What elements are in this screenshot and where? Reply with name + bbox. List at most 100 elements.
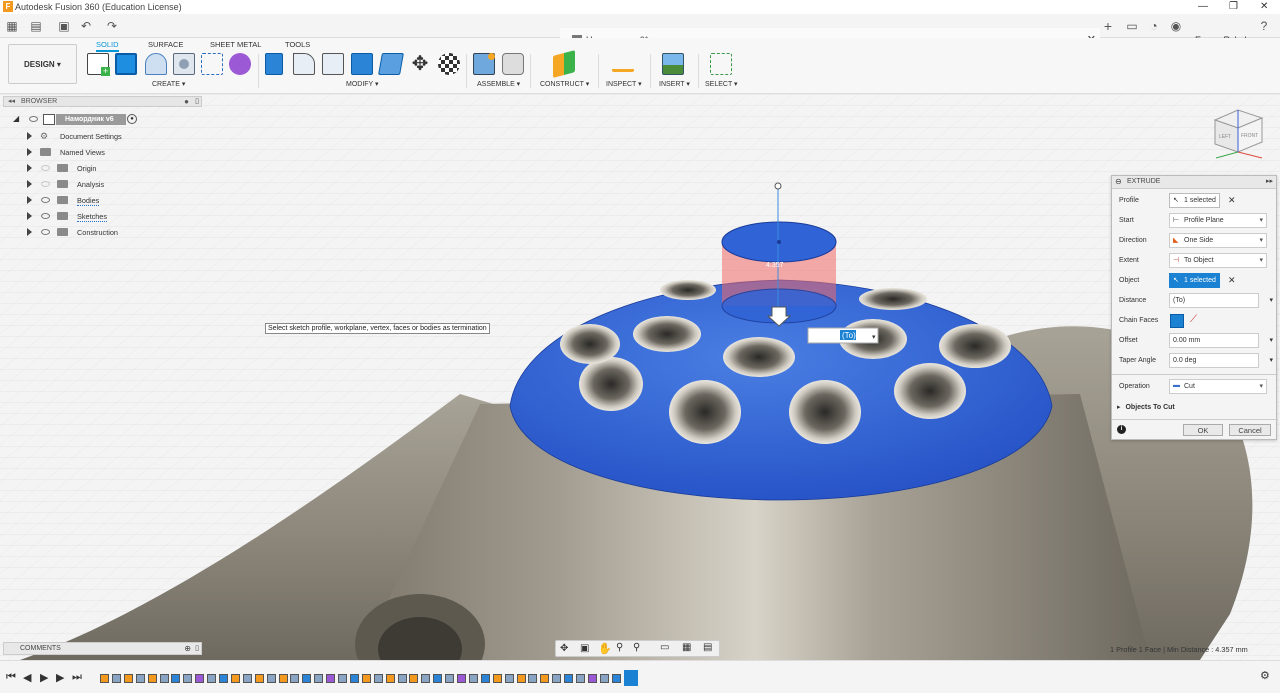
timeline-feature-icon[interactable] bbox=[278, 674, 288, 683]
chamfer-icon[interactable] bbox=[322, 53, 344, 75]
visibility-eye-icon[interactable] bbox=[41, 165, 50, 171]
extent-dropdown[interactable]: ⊣ To Object ▾ bbox=[1169, 253, 1267, 268]
visibility-eye-icon[interactable] bbox=[41, 213, 50, 219]
chain-faces-on-icon[interactable] bbox=[1170, 314, 1184, 328]
timeline-feature-icon[interactable] bbox=[290, 674, 300, 683]
viewports-icon[interactable]: ▤ bbox=[703, 642, 712, 653]
hole-icon[interactable] bbox=[173, 53, 195, 75]
expand-arrow-icon[interactable] bbox=[27, 148, 32, 156]
distance-input-value[interactable]: (To) bbox=[842, 331, 856, 340]
visibility-eye-icon[interactable] bbox=[41, 181, 50, 187]
move-icon[interactable]: ✥ bbox=[409, 53, 431, 75]
activate-radio-icon[interactable]: ● bbox=[127, 114, 137, 124]
timeline-feature-icon[interactable] bbox=[373, 674, 383, 683]
display-settings-icon[interactable]: ▭ bbox=[660, 642, 669, 653]
timeline-feature-icon[interactable] bbox=[338, 674, 347, 683]
timeline-feature-icon[interactable] bbox=[540, 674, 550, 683]
timeline-feature-icon[interactable] bbox=[147, 674, 157, 683]
zoom-icon[interactable]: ⚲ bbox=[616, 642, 623, 653]
clear-profile-icon[interactable]: ✕ bbox=[1228, 195, 1236, 206]
timeline-feature-icon[interactable] bbox=[385, 674, 395, 683]
cancel-button[interactable]: Cancel bbox=[1229, 424, 1271, 436]
timeline-feature-icon[interactable] bbox=[266, 674, 276, 683]
select-window-icon[interactable] bbox=[710, 53, 732, 75]
browser-collapse-icon[interactable]: ▯ bbox=[195, 97, 199, 105]
timeline-feature-icon[interactable] bbox=[528, 674, 538, 683]
joint-icon[interactable] bbox=[502, 53, 524, 75]
timeline-feature-icon[interactable] bbox=[587, 674, 597, 683]
revolve-icon[interactable] bbox=[145, 53, 167, 75]
profile-selection[interactable]: ↖ 1 selected bbox=[1169, 193, 1220, 208]
timeline-settings-icon[interactable]: ⚙ bbox=[1260, 669, 1270, 682]
orbit-icon[interactable]: ✥ bbox=[560, 643, 568, 654]
timeline-feature-icon[interactable] bbox=[207, 674, 217, 683]
timeline-feature-icon[interactable] bbox=[504, 674, 514, 683]
timeline-feature-icon[interactable] bbox=[326, 674, 336, 683]
timeline-feature-icon[interactable] bbox=[480, 674, 490, 683]
visibility-eye-icon[interactable] bbox=[41, 229, 50, 235]
browser-root[interactable]: ◢ Намордник v6 ● bbox=[0, 113, 200, 127]
undo-icon[interactable]: ↶ bbox=[78, 18, 94, 34]
shell-icon[interactable] bbox=[351, 53, 373, 75]
timeline-feature-icon[interactable] bbox=[468, 674, 478, 683]
tab-solid[interactable]: SOLID bbox=[96, 40, 119, 52]
visibility-eye-icon[interactable] bbox=[41, 197, 50, 203]
restore-icon[interactable]: ❐ bbox=[1229, 1, 1238, 12]
grid-settings-icon[interactable]: ▦ bbox=[682, 642, 691, 653]
combine-icon[interactable] bbox=[378, 53, 404, 75]
timeline-feature-icon[interactable] bbox=[135, 674, 145, 683]
extrude-icon[interactable] bbox=[115, 53, 137, 75]
offset-input[interactable]: 0.00 mm bbox=[1169, 333, 1259, 348]
pan-icon[interactable]: ✋ bbox=[598, 642, 612, 655]
clear-object-icon[interactable]: ✕ bbox=[1228, 275, 1236, 286]
timeline-feature-icon[interactable] bbox=[171, 674, 181, 683]
step-back-icon[interactable]: ◀ bbox=[23, 671, 31, 684]
chevron-down-icon[interactable]: ▾ bbox=[1269, 296, 1273, 304]
timeline-feature-icon[interactable] bbox=[564, 674, 574, 683]
look-at-icon[interactable]: ▣ bbox=[580, 643, 589, 654]
play-icon[interactable]: ▶ bbox=[40, 671, 48, 684]
chevron-down-icon[interactable]: ▾ bbox=[1269, 356, 1273, 364]
timeline-feature-icon[interactable] bbox=[457, 674, 466, 683]
expand-arrow-icon[interactable] bbox=[27, 164, 32, 172]
timeline-feature-icon[interactable] bbox=[111, 674, 121, 683]
tab-surface[interactable]: SURFACE bbox=[148, 40, 183, 49]
fit-icon[interactable]: ⚲ bbox=[633, 642, 640, 653]
create-sketch-icon[interactable]: + bbox=[87, 53, 110, 76]
expand-arrow-icon[interactable] bbox=[27, 132, 32, 140]
expand-arrow-icon[interactable] bbox=[27, 228, 32, 236]
form-icon[interactable] bbox=[229, 53, 251, 75]
workspace-switcher[interactable]: DESIGN ▾ bbox=[8, 44, 77, 84]
data-panel-icon[interactable]: ▦ bbox=[4, 18, 20, 34]
close-window-icon[interactable]: ✕ bbox=[1260, 1, 1268, 12]
go-to-start-icon[interactable]: ⏮ bbox=[6, 671, 16, 684]
timeline-feature-icon[interactable] bbox=[349, 674, 359, 683]
tab-tools[interactable]: TOOLS bbox=[285, 40, 310, 49]
browser-item-origin[interactable]: Origin bbox=[0, 162, 200, 176]
go-to-end-icon[interactable]: ⏭ bbox=[72, 671, 82, 684]
timeline-feature-icon[interactable] bbox=[159, 674, 169, 683]
collapse-arrows-icon[interactable]: ◂◂ bbox=[8, 97, 15, 105]
timeline-feature-icon[interactable] bbox=[361, 674, 371, 683]
expand-arrow-icon[interactable] bbox=[27, 180, 32, 188]
timeline-feature-icon[interactable] bbox=[195, 674, 205, 683]
appearance-icon[interactable] bbox=[438, 53, 460, 75]
timeline-feature-icon[interactable] bbox=[183, 674, 193, 683]
comments-collapse-icon[interactable]: ▯ bbox=[195, 644, 199, 652]
info-icon[interactable]: i bbox=[1117, 425, 1126, 434]
file-menu-icon[interactable]: ▤ bbox=[28, 18, 44, 34]
step-forward-icon[interactable]: ▶ bbox=[56, 671, 64, 684]
extrude-dialog-header[interactable]: ⊖ EXTRUDE ▸▸ bbox=[1112, 176, 1276, 189]
expand-dialog-icon[interactable]: ▸▸ bbox=[1266, 177, 1273, 185]
redo-icon[interactable]: ↷ bbox=[104, 18, 120, 34]
timeline-feature-icon[interactable] bbox=[552, 674, 562, 683]
timeline-feature-icon[interactable] bbox=[100, 674, 109, 683]
press-pull-icon[interactable] bbox=[265, 53, 283, 75]
ok-button[interactable]: OK bbox=[1183, 424, 1223, 436]
expand-arrow-icon[interactable] bbox=[27, 212, 32, 220]
new-component-icon[interactable] bbox=[473, 53, 495, 75]
offset-plane-icon[interactable] bbox=[553, 50, 575, 78]
assemble-group-label[interactable]: ASSEMBLE ▾ bbox=[477, 80, 520, 88]
object-selection[interactable]: ↖ 1 selected bbox=[1169, 273, 1220, 288]
save-icon[interactable]: ▣ bbox=[56, 18, 72, 34]
